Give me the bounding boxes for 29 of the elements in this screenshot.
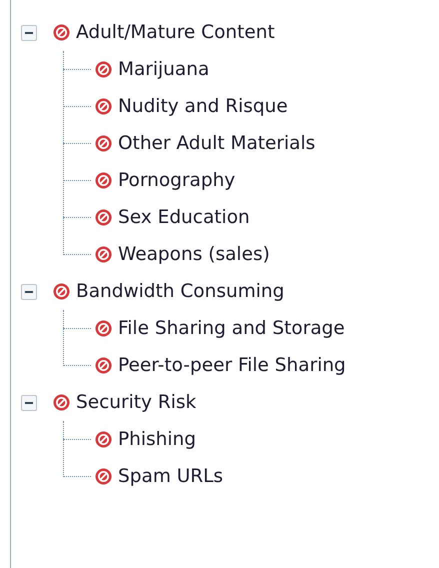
tree-item[interactable]: Weapons (sales) xyxy=(118,244,270,265)
tree-item[interactable]: Adult/Mature Content xyxy=(76,22,275,43)
blocked-icon xyxy=(95,246,112,263)
tree-item[interactable]: Sex Education xyxy=(118,207,250,228)
collapse-button[interactable] xyxy=(21,394,37,410)
blocked-icon xyxy=(95,98,112,115)
tree-item[interactable]: Nudity and Risque xyxy=(118,96,288,117)
tree-item[interactable]: Pornography xyxy=(118,170,236,191)
blocked-icon xyxy=(95,61,112,78)
tree-item[interactable]: File Sharing and Storage xyxy=(118,318,345,339)
tree-item[interactable]: Marijuana xyxy=(118,59,210,80)
blocked-icon xyxy=(53,394,70,411)
tree-item[interactable]: Bandwidth Consuming xyxy=(76,281,284,302)
blocked-icon xyxy=(95,320,112,337)
tree-item[interactable]: Peer-to-peer File Sharing xyxy=(118,355,346,376)
blocked-icon xyxy=(95,431,112,448)
tree-item[interactable]: Spam URLs xyxy=(118,466,224,487)
blocked-icon xyxy=(53,24,70,41)
blocked-icon xyxy=(95,209,112,226)
collapse-button[interactable] xyxy=(21,284,37,300)
blocked-icon xyxy=(95,357,112,374)
tree-item[interactable]: Security Risk xyxy=(76,392,196,413)
blocked-icon xyxy=(53,283,70,300)
blocked-icon xyxy=(95,468,112,485)
blocked-icon xyxy=(95,172,112,189)
collapse-button[interactable] xyxy=(21,24,37,40)
tree-item[interactable]: Phishing xyxy=(118,429,196,450)
blocked-icon xyxy=(95,135,112,152)
tree-item[interactable]: Other Adult Materials xyxy=(118,133,316,154)
